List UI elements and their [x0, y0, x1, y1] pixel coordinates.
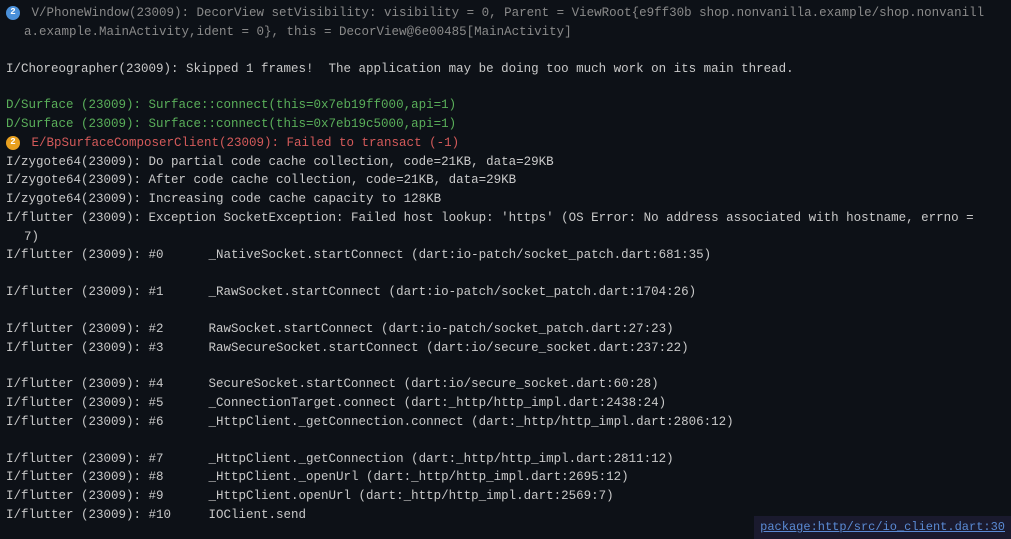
log-line: D/Surface (23009): Surface::connect(this… [6, 96, 1005, 115]
log-text: I/flutter (23009): #8 _HttpClient._openU… [6, 468, 629, 487]
log-empty-line [6, 302, 1005, 320]
log-text: I/flutter (23009): #6 _HttpClient._getCo… [6, 413, 734, 432]
log-line: I/flutter (23009): #3 RawSecureSocket.st… [6, 339, 1005, 358]
log-text: I/Choreographer(23009): Skipped 1 frames… [6, 60, 794, 79]
log-empty-line [6, 42, 1005, 60]
log-line: I/flutter (23009): #9 _HttpClient.openUr… [6, 487, 1005, 506]
log-text: I/flutter (23009): #0 _NativeSocket.star… [6, 246, 711, 265]
log-text: I/flutter (23009): #3 RawSecureSocket.st… [6, 339, 689, 358]
log-text: I/flutter (23009): #4 SecureSocket.start… [6, 375, 659, 394]
log-text: I/zygote64(23009): Increasing code cache… [6, 190, 441, 209]
log-line: I/Choreographer(23009): Skipped 1 frames… [6, 60, 1005, 79]
log-text: I/flutter (23009): #1 _RawSocket.startCo… [6, 283, 696, 302]
log-text: a.example.MainActivity,ident = 0}, this … [24, 23, 572, 42]
log-text: I/zygote64(23009): After code cache coll… [6, 171, 516, 190]
log-empty-line [6, 432, 1005, 450]
log-line: I/flutter (23009): #7 _HttpClient._getCo… [6, 450, 1005, 469]
bottom-bar: package:http/src/io_client.dart:30 [754, 516, 1011, 539]
log-text: I/flutter (23009): #9 _HttpClient.openUr… [6, 487, 614, 506]
log-line: I/zygote64(23009): After code cache coll… [6, 171, 1005, 190]
log-container: 2 V/PhoneWindow(23009): DecorView setVis… [0, 0, 1011, 539]
log-text: 7) [24, 228, 39, 247]
log-line: a.example.MainActivity,ident = 0}, this … [6, 23, 1005, 42]
log-empty-line [6, 265, 1005, 283]
bottom-link[interactable]: package:http/src/io_client.dart:30 [760, 520, 1005, 534]
log-line: I/zygote64(23009): Increasing code cache… [6, 190, 1005, 209]
log-line: I/flutter (23009): #1 _RawSocket.startCo… [6, 283, 1005, 302]
log-text: I/flutter (23009): #10 IOClient.send [6, 506, 306, 525]
log-text: I/flutter (23009): #2 RawSocket.startCon… [6, 320, 674, 339]
log-line: I/flutter (23009): #4 SecureSocket.start… [6, 375, 1005, 394]
log-empty-line [6, 78, 1005, 96]
log-text: D/Surface (23009): Surface::connect(this… [6, 115, 456, 134]
log-text: I/flutter (23009): Exception SocketExcep… [6, 209, 974, 228]
log-text: V/PhoneWindow(23009): DecorView setVisib… [24, 4, 984, 23]
log-line: D/Surface (23009): Surface::connect(this… [6, 115, 1005, 134]
log-line: I/flutter (23009): #2 RawSocket.startCon… [6, 320, 1005, 339]
log-text: E/BpSurfaceComposerClient(23009): Failed… [24, 134, 459, 153]
log-line: I/flutter (23009): #6 _HttpClient._getCo… [6, 413, 1005, 432]
log-line: I/flutter (23009): #5 _ConnectionTarget.… [6, 394, 1005, 413]
log-text: D/Surface (23009): Surface::connect(this… [6, 96, 456, 115]
log-badge: 2 [6, 6, 20, 20]
log-empty-line [6, 357, 1005, 375]
log-lines: 2 V/PhoneWindow(23009): DecorView setVis… [6, 4, 1005, 525]
log-line: 7) [6, 228, 1005, 247]
log-line: I/zygote64(23009): Do partial code cache… [6, 153, 1005, 172]
log-text: I/flutter (23009): #5 _ConnectionTarget.… [6, 394, 666, 413]
log-text: I/flutter (23009): #7 _HttpClient._getCo… [6, 450, 674, 469]
log-line: I/flutter (23009): #0 _NativeSocket.star… [6, 246, 1005, 265]
log-line: 2 E/BpSurfaceComposerClient(23009): Fail… [6, 134, 1005, 153]
log-line: I/flutter (23009): Exception SocketExcep… [6, 209, 1005, 228]
log-text: I/zygote64(23009): Do partial code cache… [6, 153, 554, 172]
log-line: I/flutter (23009): #8 _HttpClient._openU… [6, 468, 1005, 487]
log-line: 2 V/PhoneWindow(23009): DecorView setVis… [6, 4, 1005, 23]
log-badge: 2 [6, 136, 20, 150]
